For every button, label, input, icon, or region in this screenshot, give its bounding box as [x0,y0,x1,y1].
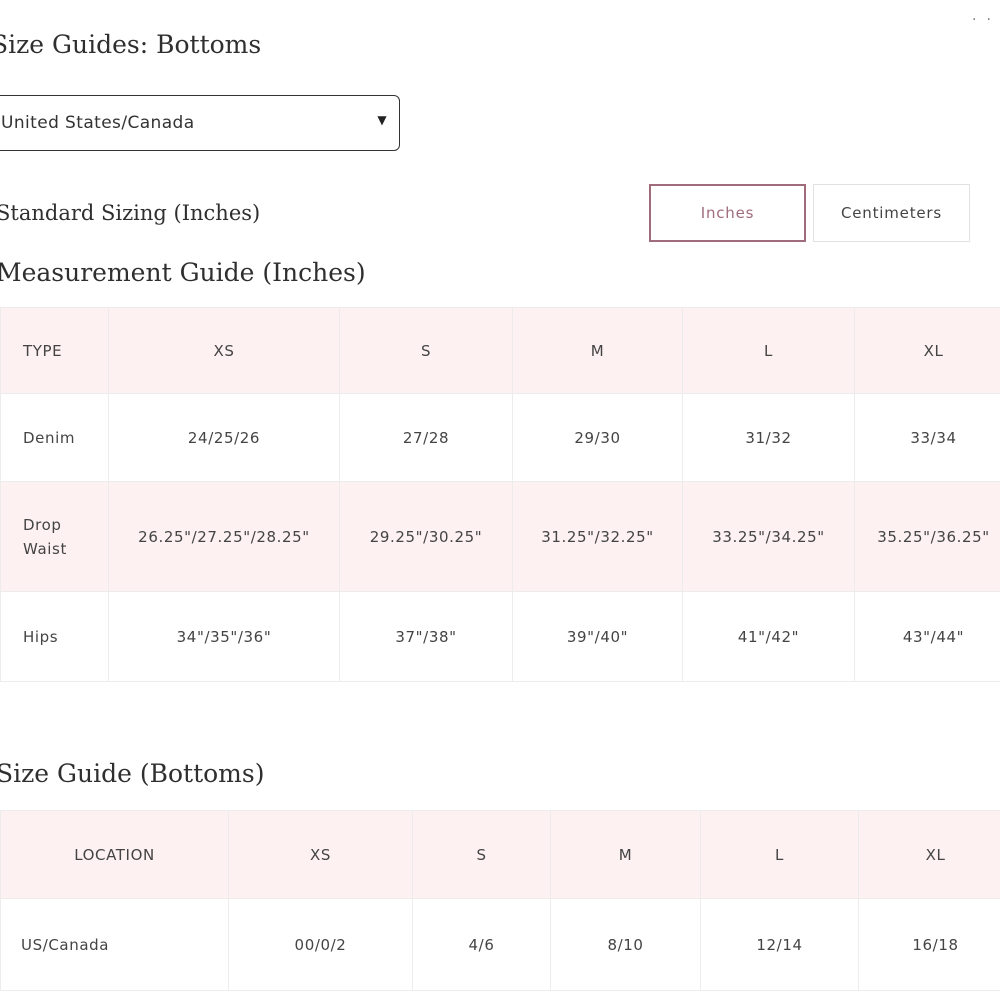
more-options-icon[interactable]: ·· [972,12,1000,28]
header-cell: L [700,810,859,899]
inches-button[interactable]: Inches [649,184,806,242]
table-cell: 43"/44" [854,591,1000,682]
region-select-value: United States/Canada [1,113,195,133]
table-cell: 8/10 [550,898,701,991]
row-type: Hips [0,591,109,682]
table-cell: 29.25"/30.25" [339,481,513,592]
page-title: Size Guides: Bottoms [0,30,262,59]
table-cell: 31/32 [682,393,855,482]
table-cell: 16/18 [858,898,1000,991]
table-cell: 35.25"/36.25" [854,481,1000,592]
row-type: Drop Waist [0,481,109,592]
header-cell: M [512,307,683,394]
header-cell: S [412,810,551,899]
region-select[interactable]: United States/Canada ▼ [0,95,400,151]
measurement-guide-title: Measurement Guide (Inches) [0,258,366,287]
table-cell: 29/30 [512,393,683,482]
header-cell: XL [858,810,1000,899]
centimeters-button[interactable]: Centimeters [813,184,970,242]
table-cell: 37"/38" [339,591,513,682]
table-cell: 24/25/26 [108,393,340,482]
table-cell: 12/14 [700,898,859,991]
header-cell: S [339,307,513,394]
table-cell: 39"/40" [512,591,683,682]
header-cell: XL [854,307,1000,394]
header-cell: M [550,810,701,899]
table-row: Denim 24/25/26 27/28 29/30 31/32 33/34 [0,393,1000,482]
header-cell: TYPE [0,307,109,394]
header-cell: LOCATION [0,810,229,899]
table-cell: 33.25"/34.25" [682,481,855,592]
table-row: US/Canada 00/0/2 4/6 8/10 12/14 16/18 [0,898,1000,991]
table-header-row: TYPE XS S M L XL [0,307,1000,394]
header-cell: XS [228,810,413,899]
table-row: Drop Waist 26.25"/27.25"/28.25" 29.25"/3… [0,481,1000,592]
size-guide-table: LOCATION XS S M L XL US/Canada 00/0/2 4/… [0,810,1000,991]
table-row: Hips 34"/35"/36" 37"/38" 39"/40" 41"/42"… [0,591,1000,682]
row-location: US/Canada [0,898,229,991]
measurement-guide-table: TYPE XS S M L XL Denim 24/25/26 27/28 29… [0,307,1000,682]
table-cell: 31.25"/32.25" [512,481,683,592]
chevron-down-icon: ▼ [377,113,387,127]
size-guide-title: Size Guide (Bottoms) [0,759,265,788]
table-cell: 33/34 [854,393,1000,482]
row-type: Denim [0,393,109,482]
table-header-row: LOCATION XS S M L XL [0,810,1000,899]
sizing-label: Standard Sizing (Inches) [0,201,261,225]
table-cell: 27/28 [339,393,513,482]
table-cell: 00/0/2 [228,898,413,991]
table-cell: 26.25"/27.25"/28.25" [108,481,340,592]
header-cell: XS [108,307,340,394]
table-cell: 4/6 [412,898,551,991]
header-cell: L [682,307,855,394]
table-cell: 34"/35"/36" [108,591,340,682]
table-cell: 41"/42" [682,591,855,682]
